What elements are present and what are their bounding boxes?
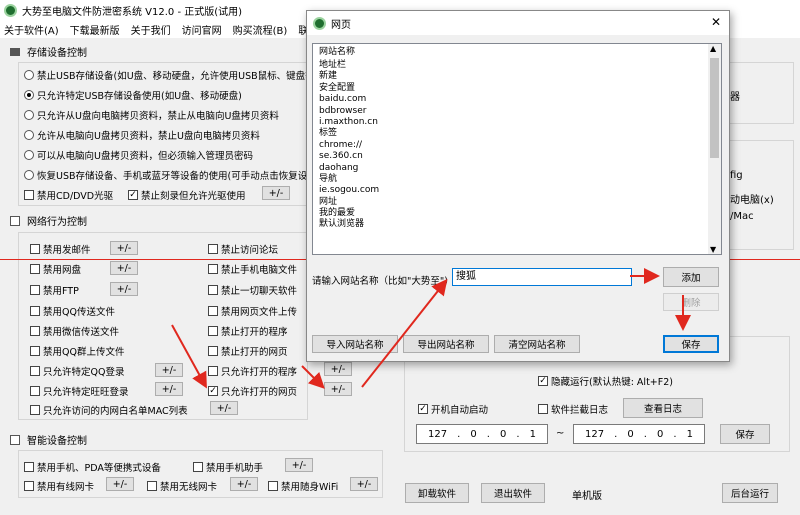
arrow-to-input: [361, 278, 448, 388]
annotation-arrows: [171, 268, 691, 389]
arrow-to-allowed-pages: [171, 324, 207, 389]
arrow-to-plus-button: [301, 365, 325, 389]
